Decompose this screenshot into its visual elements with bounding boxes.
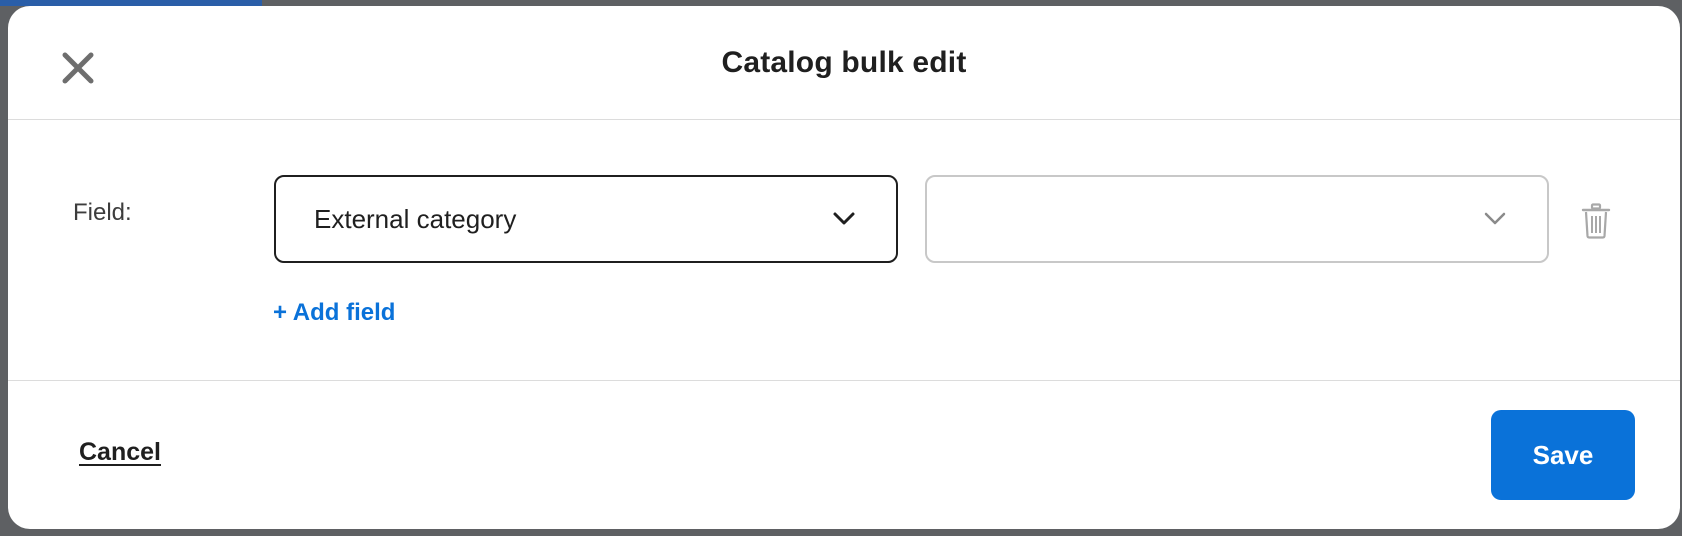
field-select-value: External category: [314, 203, 517, 234]
close-button[interactable]: [54, 44, 102, 92]
add-field-link[interactable]: + Add field: [273, 299, 395, 327]
chevron-down-icon: [830, 209, 858, 229]
value-select[interactable]: [925, 175, 1549, 263]
cancel-button[interactable]: Cancel: [79, 438, 161, 467]
field-label: Field:: [73, 199, 132, 226]
dialog-title: Catalog bulk edit: [721, 46, 967, 79]
save-button[interactable]: Save: [1491, 410, 1635, 500]
trash-icon: [1581, 203, 1611, 239]
close-icon: [62, 52, 94, 84]
field-select[interactable]: External category: [274, 175, 898, 263]
dialog-header: Catalog bulk edit: [8, 6, 1680, 120]
bulk-edit-dialog: Catalog bulk edit Field: External catego…: [8, 6, 1680, 529]
chevron-down-icon: [1481, 209, 1509, 229]
delete-field-button[interactable]: [1578, 201, 1614, 241]
dialog-body: Field: External category + Add field: [8, 121, 1680, 381]
